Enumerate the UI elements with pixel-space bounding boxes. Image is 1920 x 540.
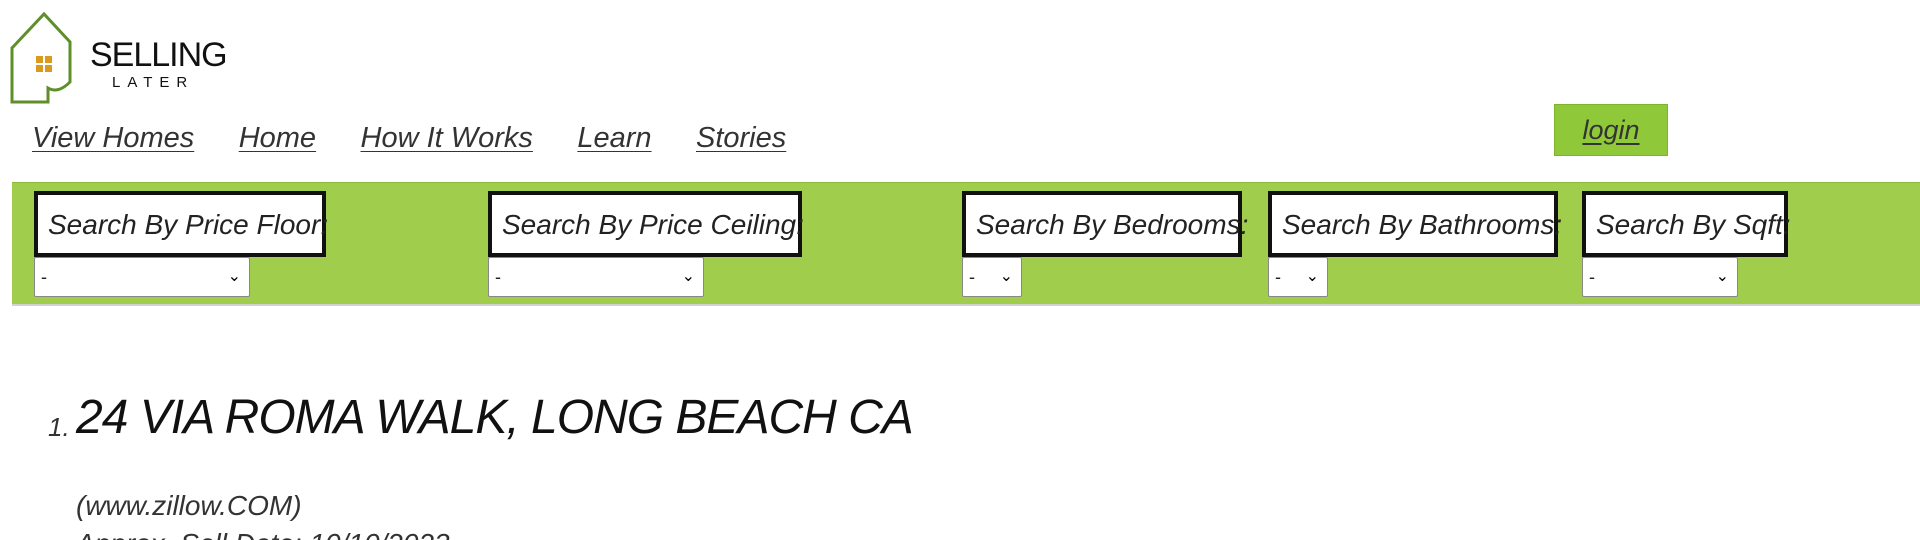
listing-address[interactable]: 24 VIA ROMA WALK, LONG BEACH CA	[76, 390, 914, 445]
filter-bedrooms: Search By Bedrooms: - ⌄	[962, 191, 1248, 297]
bathrooms-select[interactable]: - ⌄	[1268, 257, 1328, 297]
nav-stories[interactable]: Stories	[696, 122, 786, 155]
sqft-select[interactable]: - ⌄	[1582, 257, 1738, 297]
login-button[interactable]: login	[1554, 104, 1668, 156]
chevron-down-icon: ⌄	[227, 268, 241, 285]
filter-price-floor: Search By Price Floor: - ⌄	[34, 191, 328, 297]
filter-bathrooms: Search By Bathrooms: - ⌄	[1268, 191, 1562, 297]
listing-number: 1.	[48, 412, 70, 442]
filter-sqft: Search By Sqft: - ⌄	[1582, 191, 1791, 297]
listing-meta: Approx. Sell Date: 10/10/2023	[76, 528, 450, 540]
select-value: -	[41, 267, 47, 287]
select-value: -	[1589, 267, 1595, 287]
filter-bar: Search By Price Floor: - ⌄ Search By Pri…	[12, 182, 1920, 306]
main-nav: View Homes Home How It Works Learn Stori…	[32, 122, 826, 162]
price-floor-select[interactable]: - ⌄	[34, 257, 250, 297]
filter-label-price-floor: Search By Price Floor:	[34, 191, 328, 257]
nav-learn[interactable]: Learn	[577, 122, 651, 155]
filter-label-sqft: Search By Sqft:	[1582, 191, 1791, 257]
select-value: -	[1275, 267, 1281, 287]
filter-label-bathrooms: Search By Bathrooms:	[1268, 191, 1562, 257]
chevron-down-icon: ⌄	[999, 268, 1013, 285]
filter-label-bedrooms: Search By Bedrooms:	[962, 191, 1248, 257]
price-ceiling-select[interactable]: - ⌄	[488, 257, 704, 297]
logo-text-sub: LATER	[112, 74, 195, 91]
chevron-down-icon: ⌄	[1305, 268, 1319, 285]
nav-how-it-works[interactable]: How It Works	[361, 122, 533, 155]
chevron-down-icon: ⌄	[681, 268, 695, 285]
house-logo-icon	[10, 11, 72, 104]
bedrooms-select[interactable]: - ⌄	[962, 257, 1022, 297]
logo[interactable]: SELLING LATER	[8, 10, 228, 106]
filter-label-price-ceiling: Search By Price Ceiling:	[488, 191, 804, 257]
listing-source[interactable]: (www.zillow.COM)	[76, 490, 302, 522]
page: SELLING LATER View Homes Home How It Wor…	[0, 0, 1920, 540]
select-value: -	[969, 267, 975, 287]
filter-price-ceiling: Search By Price Ceiling: - ⌄	[488, 191, 804, 297]
chevron-down-icon: ⌄	[1715, 268, 1729, 285]
select-value: -	[495, 267, 501, 287]
logo-text-main: SELLING	[90, 36, 228, 74]
nav-view-homes[interactable]: View Homes	[32, 122, 194, 155]
nav-home[interactable]: Home	[239, 122, 316, 155]
